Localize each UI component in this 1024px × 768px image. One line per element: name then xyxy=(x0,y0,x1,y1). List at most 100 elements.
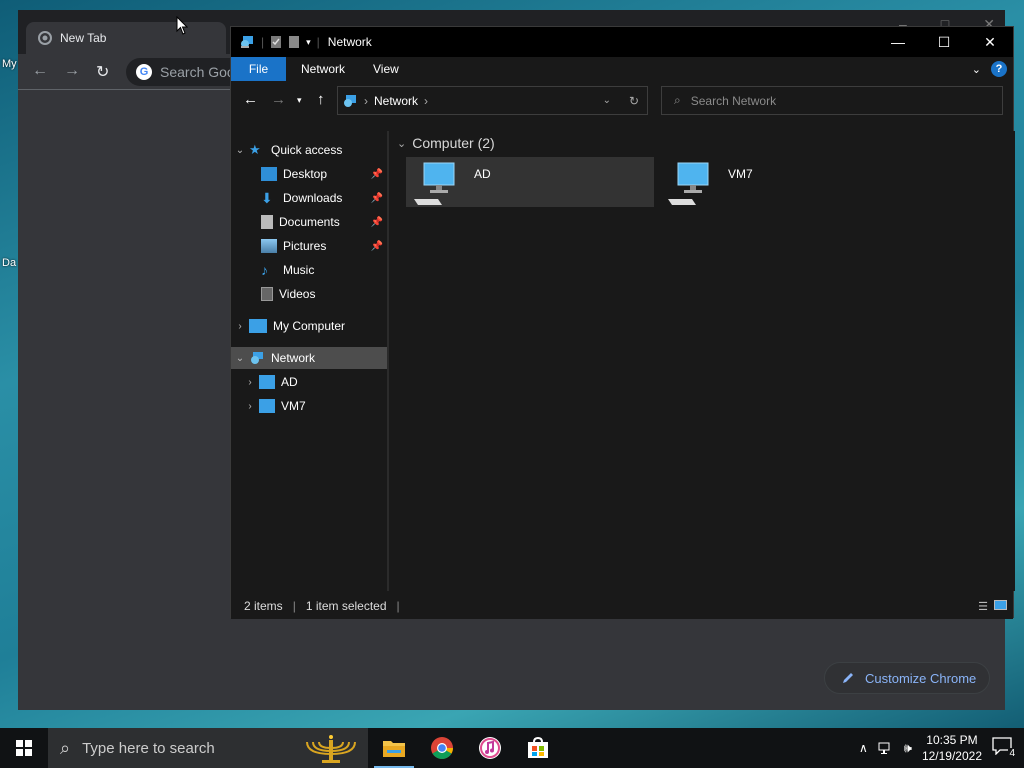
taskbar-itunes[interactable] xyxy=(466,728,514,768)
pin-icon[interactable]: 📌 xyxy=(371,241,383,252)
nav-item-pictures[interactable]: Pictures 📌 xyxy=(231,235,387,257)
close-button[interactable]: ✕ xyxy=(967,27,1013,57)
minimize-button[interactable]: — xyxy=(875,27,921,57)
search-placeholder: Search Network xyxy=(690,93,777,108)
status-bar: 2 items | 1 item selected | ☰ xyxy=(231,593,1013,619)
omnibox-placeholder: Search Goo xyxy=(160,64,235,80)
chevron-down-icon[interactable]: ⌄ xyxy=(231,353,249,364)
details-view-icon[interactable]: ☰ xyxy=(978,600,988,613)
volume-icon[interactable]: 🕪 xyxy=(904,740,912,756)
search-icon: ⌕ xyxy=(674,93,681,107)
pictures-icon xyxy=(261,239,277,253)
recent-locations-icon[interactable]: ▾ xyxy=(297,95,302,106)
taskbar: ⌕ Type here to search ∧ 🕪 10:35 PM 12/19… xyxy=(0,728,1024,768)
tab-file[interactable]: File xyxy=(231,57,286,81)
desktop-label-da[interactable]: Da xyxy=(2,257,16,269)
chrome-tab-new-tab[interactable]: New Tab xyxy=(26,22,226,54)
action-center-button[interactable]: 4 xyxy=(992,737,1016,759)
desktop-label-my[interactable]: My xyxy=(2,58,17,70)
explorer-titlebar[interactable]: | ▾ | Network — ☐ ✕ xyxy=(231,27,1013,57)
nav-item-ad[interactable]: › AD xyxy=(231,371,387,393)
breadcrumb-network[interactable]: Network xyxy=(374,94,418,108)
chevron-right-icon[interactable]: › xyxy=(241,401,259,412)
back-icon[interactable]: ← xyxy=(243,91,258,108)
chevron-down-icon[interactable]: ⌄ xyxy=(397,137,406,150)
windows-logo-icon xyxy=(16,740,32,756)
chevron-right-icon[interactable]: › xyxy=(241,377,259,388)
pin-icon[interactable]: 📌 xyxy=(371,193,383,204)
nav-item-videos[interactable]: Videos xyxy=(231,283,387,305)
computer-item-vm7[interactable]: VM7 xyxy=(660,157,908,207)
address-bar[interactable]: › Network › ⌄ ↻ xyxy=(337,86,648,115)
maximize-button[interactable]: ☐ xyxy=(921,27,967,57)
nav-item-vm7[interactable]: › VM7 xyxy=(231,395,387,417)
expand-ribbon-icon[interactable]: ⌄ xyxy=(972,63,981,76)
download-icon: ⬇ xyxy=(261,190,273,206)
music-icon: ♪ xyxy=(261,262,268,278)
start-button[interactable] xyxy=(0,728,48,768)
help-icon[interactable]: ? xyxy=(991,61,1007,77)
nav-item-quick-access[interactable]: ⌄ ★ Quick access xyxy=(231,139,387,161)
nav-item-downloads[interactable]: ⬇ Downloads 📌 xyxy=(231,187,387,209)
nav-label: Music xyxy=(283,263,315,277)
item-name: VM7 xyxy=(728,167,753,181)
content-pane[interactable]: ⌄ Computer (2) AD VM7 xyxy=(389,131,1015,591)
forward-icon[interactable]: → xyxy=(271,91,286,108)
nav-item-network[interactable]: ⌄ Network xyxy=(231,347,387,369)
tab-network[interactable]: Network xyxy=(286,57,359,81)
address-dropdown-icon[interactable]: ⌄ xyxy=(603,95,611,106)
new-folder-icon[interactable] xyxy=(288,35,300,49)
item-name: AD xyxy=(474,167,491,181)
desktop-icon xyxy=(261,167,277,181)
pin-icon[interactable]: 📌 xyxy=(371,169,383,180)
clock-date: 12/19/2022 xyxy=(921,749,982,763)
nav-label: Downloads xyxy=(283,191,343,205)
chrome-forward-icon[interactable]: → xyxy=(64,62,80,80)
minimize-icon: — xyxy=(891,34,905,50)
taskbar-microsoft-store[interactable] xyxy=(514,728,562,768)
network-icon xyxy=(344,94,356,107)
network-status-icon[interactable] xyxy=(878,741,894,755)
close-icon: ✕ xyxy=(984,33,996,50)
notification-count-badge: 4 xyxy=(1008,748,1016,759)
system-tray: ∧ 🕪 10:35 PM 12/19/2022 4 xyxy=(859,728,1024,768)
chrome-reload-icon[interactable]: ↻ xyxy=(96,62,109,82)
breadcrumb-separator-icon: › xyxy=(364,93,368,108)
status-selection: 1 item selected xyxy=(305,599,387,613)
search-input[interactable]: ⌕ Search Network xyxy=(661,86,1003,115)
chrome-icon xyxy=(431,737,453,759)
pin-icon[interactable]: 📌 xyxy=(371,217,383,228)
taskbar-search-input[interactable]: ⌕ Type here to search xyxy=(48,728,368,768)
breadcrumb-chevron-icon[interactable]: › xyxy=(424,94,428,108)
up-icon[interactable]: ↑ xyxy=(317,91,325,108)
show-hidden-icons-chevron-icon[interactable]: ∧ xyxy=(859,741,868,755)
nav-item-my-computer[interactable]: › My Computer xyxy=(231,315,387,337)
explorer-window-controls: — ☐ ✕ xyxy=(875,27,1013,57)
group-header[interactable]: ⌄ Computer (2) xyxy=(397,135,495,151)
computer-item-ad[interactable]: AD xyxy=(406,157,654,207)
nav-item-documents[interactable]: Documents 📌 xyxy=(231,211,387,233)
computer-icon xyxy=(249,319,267,333)
chevron-down-icon[interactable]: ⌄ xyxy=(231,145,249,156)
quick-access-toolbar: | ▾ | xyxy=(231,34,320,50)
large-icons-view-icon[interactable] xyxy=(994,599,1007,610)
group-header-label: Computer (2) xyxy=(412,135,495,151)
maximize-icon: ☐ xyxy=(937,33,951,50)
nav-item-music[interactable]: ♪ Music xyxy=(231,259,387,281)
customize-chrome-button[interactable]: Customize Chrome xyxy=(824,662,990,694)
star-icon: ★ xyxy=(249,142,261,157)
customize-qat-icon[interactable]: ▾ xyxy=(306,37,311,48)
chrome-tab-title: New Tab xyxy=(60,31,107,45)
taskbar-file-explorer[interactable] xyxy=(370,728,418,768)
window-title: Network xyxy=(327,35,372,49)
refresh-icon[interactable]: ↻ xyxy=(629,94,639,108)
clock[interactable]: 10:35 PM 12/19/2022 xyxy=(922,732,982,764)
tab-view[interactable]: View xyxy=(359,57,413,81)
properties-icon[interactable] xyxy=(270,35,282,49)
chevron-right-icon[interactable]: › xyxy=(231,321,249,332)
nav-label: Desktop xyxy=(283,167,328,181)
music-note-icon xyxy=(479,737,501,759)
nav-item-desktop[interactable]: Desktop 📌 xyxy=(231,163,387,185)
taskbar-chrome[interactable] xyxy=(418,728,466,768)
chrome-back-icon[interactable]: ← xyxy=(32,62,48,80)
